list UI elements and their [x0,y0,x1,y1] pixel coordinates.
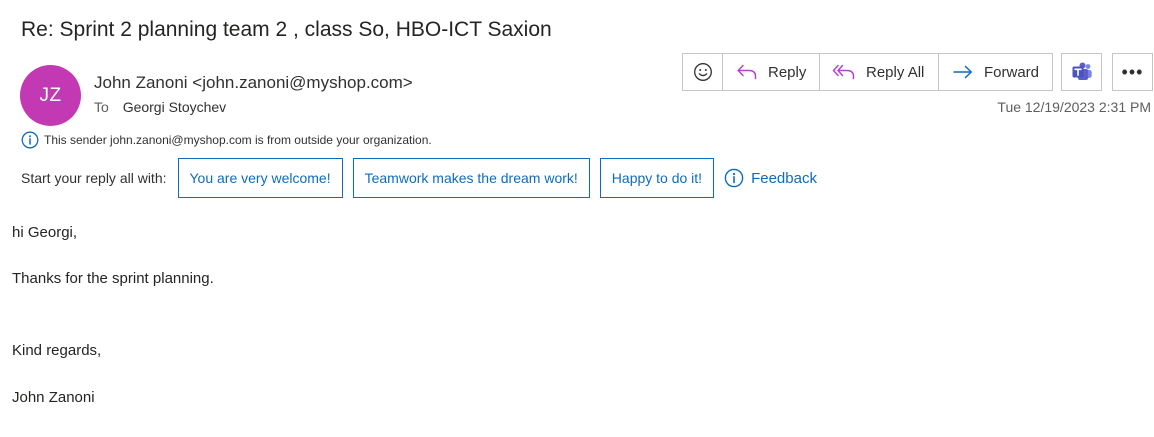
suggested-replies: Start your reply all with: You are very … [21,158,817,198]
more-actions-button[interactable]: ••• [1112,53,1153,91]
suggested-reply-chip[interactable]: Happy to do it! [599,158,715,198]
body-greeting: hi Georgi, [12,224,78,241]
recipient-row: To Georgi Stoychev [94,99,226,115]
suggested-replies-label: Start your reply all with: [21,170,167,186]
message-actions-toolbar: Reply Reply All Forward [682,53,1053,91]
smiley-icon [693,62,713,82]
teams-chat-button[interactable] [1061,53,1102,91]
message-timestamp: Tue 12/19/2023 2:31 PM [997,99,1151,115]
react-button[interactable] [683,54,723,90]
reply-all-label: Reply All [866,63,925,81]
info-icon [724,168,744,188]
external-warning-text: This sender john.zanoni@myshop.com is fr… [44,133,432,147]
more-icon: ••• [1121,61,1144,82]
forward-label: Forward [984,63,1040,81]
external-sender-warning: This sender john.zanoni@myshop.com is fr… [21,131,432,149]
email-subject: Re: Sprint 2 planning team 2 , class So,… [21,18,552,41]
feedback-label: Feedback [751,169,817,187]
forward-button[interactable]: Forward [939,54,1052,90]
reply-all-button[interactable]: Reply All [820,54,939,90]
suggested-reply-chip[interactable]: You are very welcome! [177,158,343,198]
to-label: To [94,99,109,115]
forward-arrow-icon [952,63,974,81]
reply-button[interactable]: Reply [723,54,820,90]
reply-label: Reply [768,63,807,81]
feedback-link[interactable]: Feedback [724,168,817,188]
sender-name[interactable]: John Zanoni <john.zanoni@myshop.com> [94,73,413,93]
recipient-name[interactable]: Georgi Stoychev [123,99,227,115]
body-signature: John Zanoni [12,389,95,406]
info-icon [21,131,39,149]
teams-icon [1071,61,1093,83]
reply-icon [736,63,758,81]
sender-avatar[interactable]: JZ [20,65,81,126]
reply-all-icon [832,63,856,81]
body-text: Thanks for the sprint planning. [12,270,214,287]
body-closing: Kind regards, [12,342,102,359]
suggested-reply-chip[interactable]: Teamwork makes the dream work! [352,158,590,198]
